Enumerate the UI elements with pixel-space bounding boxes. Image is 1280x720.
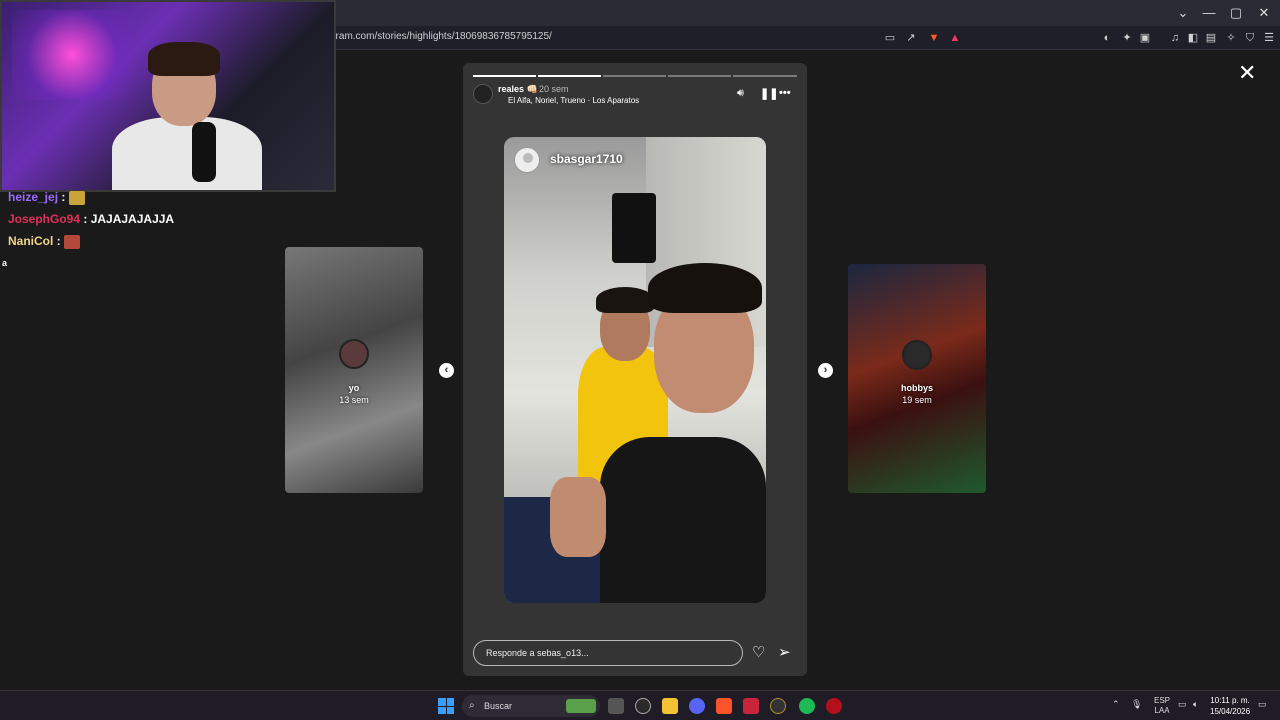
chat-message: JosephGo94 : JAJAJAJAJJA [8, 208, 174, 230]
network-icon[interactable]: ▭ [1178, 699, 1187, 710]
person-hair [648, 263, 762, 313]
story-viewer[interactable]: reales 👊🏻 20 sem El Alfa, Noriel, Trueno… [463, 63, 807, 676]
file-explorer-icon[interactable] [662, 698, 678, 714]
app-icon[interactable] [826, 698, 842, 714]
side-story-name: hobbys [900, 383, 933, 393]
chat-stray-text: a [2, 258, 8, 268]
story-music-track[interactable]: El Alfa, Noriel, Trueno · Los Aparatos [508, 96, 639, 105]
keyboard-layout: LAA [1154, 706, 1170, 715]
notifications-icon[interactable]: ▭ [1258, 699, 1267, 710]
share-icon[interactable]: ↗ [904, 31, 918, 45]
taskbar-search[interactable]: ⌕ Buscar [462, 695, 600, 717]
screenshot-icon[interactable]: ▣ [1138, 31, 1152, 45]
progress-segment [668, 75, 731, 77]
maximize-button[interactable]: ▢ [1223, 4, 1249, 22]
progress-segment [538, 75, 601, 77]
side-story-name: yo [348, 383, 360, 393]
black-shirt [600, 437, 766, 603]
mention-username[interactable]: sbasgar1710 [550, 152, 623, 166]
streamer-hair [148, 42, 220, 76]
side-story-avatar [339, 339, 369, 369]
spotify-icon[interactable] [799, 698, 815, 714]
reply-input[interactable]: Responde a sebas_o13... [473, 640, 743, 666]
person-hair [596, 287, 654, 313]
stream-chat: heize_jej : JosephGo94 : JAJAJAJAJJA Nan… [2, 186, 174, 274]
menu-icon[interactable]: ☰ [1262, 31, 1276, 45]
wallet-icon[interactable]: ▤ [1204, 31, 1218, 45]
chat-separator: : [58, 190, 66, 204]
webcam-overlay [0, 0, 336, 192]
next-story-card[interactable]: hobbys 19 sem [848, 264, 986, 493]
search-label: Buscar [484, 701, 513, 711]
mention-avatar[interactable] [514, 147, 540, 173]
url-text[interactable]: gram.com/stories/highlights/180698367857… [330, 31, 552, 42]
chat-username: NaniCol [8, 234, 54, 248]
cast-icon[interactable]: ▭ [883, 31, 897, 45]
thumbs-up-hand [550, 477, 606, 557]
search-highlight-icon [566, 699, 596, 713]
next-story-arrow-icon[interactable]: › [818, 363, 833, 378]
previous-story-arrow-icon[interactable]: ‹ [439, 363, 454, 378]
vpn-icon[interactable]: ◐ [1100, 31, 1114, 45]
taskbar-clock[interactable]: 10:11 p. m. 15/04/2026 [1210, 695, 1250, 717]
media-icon[interactable]: ♫ [1168, 31, 1182, 45]
app-icon[interactable] [743, 698, 759, 714]
side-story-avatar [902, 340, 932, 370]
obs-icon[interactable] [635, 698, 651, 714]
story-user-avatar[interactable] [473, 84, 493, 104]
microphone [192, 122, 216, 182]
emote-icon [64, 234, 81, 249]
streamer-body [112, 117, 262, 190]
brave-shield-icon[interactable]: ▼ [927, 31, 941, 45]
sidebar-icon[interactable]: ◧ [1186, 31, 1200, 45]
app-icon[interactable] [770, 698, 786, 714]
chat-separator: : [53, 234, 61, 248]
send-icon[interactable]: ➢ [778, 643, 791, 661]
leo-ai-icon[interactable]: ✧ [1224, 31, 1238, 45]
volume-icon[interactable]: 🔊︎ [737, 87, 744, 100]
language-code: ESP [1154, 696, 1171, 705]
like-heart-icon[interactable]: ♡ [752, 643, 765, 661]
pause-icon[interactable]: ❚❚ [760, 87, 778, 100]
show-hidden-icons-icon[interactable]: ⌃ [1112, 699, 1120, 710]
more-options-icon[interactable]: ••• [779, 87, 791, 99]
close-story-viewer-icon[interactable]: ✕ [1238, 62, 1256, 84]
story-username[interactable]: reales 👊🏻 [498, 84, 538, 95]
chat-text: JAJAJAJAJJA [90, 212, 175, 226]
tab-list-chevron-icon[interactable]: ⌄ [1170, 4, 1196, 22]
background-light [12, 10, 132, 100]
chat-username: heize_jej [8, 190, 59, 204]
brave-rewards-icon[interactable]: ▲ [948, 31, 962, 45]
clock-time: 10:11 p. m. [1210, 696, 1250, 705]
discord-icon[interactable] [689, 698, 705, 714]
chat-username: JosephGo94 [8, 212, 81, 226]
language-indicator[interactable]: ESP LAA [1154, 696, 1170, 716]
story-image: sbasgar1710 [504, 137, 766, 603]
start-button[interactable] [438, 698, 454, 714]
task-view-icon[interactable] [608, 698, 624, 714]
speaker [612, 193, 656, 263]
search-icon: ⌕ [469, 700, 475, 711]
close-window-button[interactable]: ✕ [1251, 4, 1277, 22]
progress-segment [473, 75, 536, 77]
story-time: 20 sem [539, 84, 569, 94]
minimize-button[interactable]: — [1196, 4, 1222, 22]
previous-story-card[interactable]: yo 13 sem [285, 247, 423, 493]
extensions-icon[interactable]: ✦ [1120, 31, 1134, 45]
progress-segment [733, 75, 797, 77]
volume-tray-icon[interactable]: 🔈︎ [1193, 699, 1198, 710]
side-story-time: 13 sem [339, 395, 369, 405]
brave-vpn-shield-icon[interactable]: ⛉ [1243, 31, 1257, 45]
microphone-icon[interactable]: 🎙︎ [1131, 699, 1142, 710]
chat-message: NaniCol : [8, 230, 174, 252]
chat-separator: : [80, 212, 91, 226]
emote-icon [68, 190, 85, 205]
chat-message: heize_jej : [8, 186, 174, 208]
windows-taskbar: ⌕ Buscar ⌃ 🎙︎ ESP LAA ▭ 🔈︎ 10:11 p. m. 15… [0, 690, 1280, 720]
progress-segment [603, 75, 666, 77]
brave-browser-icon[interactable] [716, 698, 732, 714]
side-story-time: 19 sem [902, 395, 932, 405]
clock-date: 15/04/2026 [1210, 707, 1251, 716]
